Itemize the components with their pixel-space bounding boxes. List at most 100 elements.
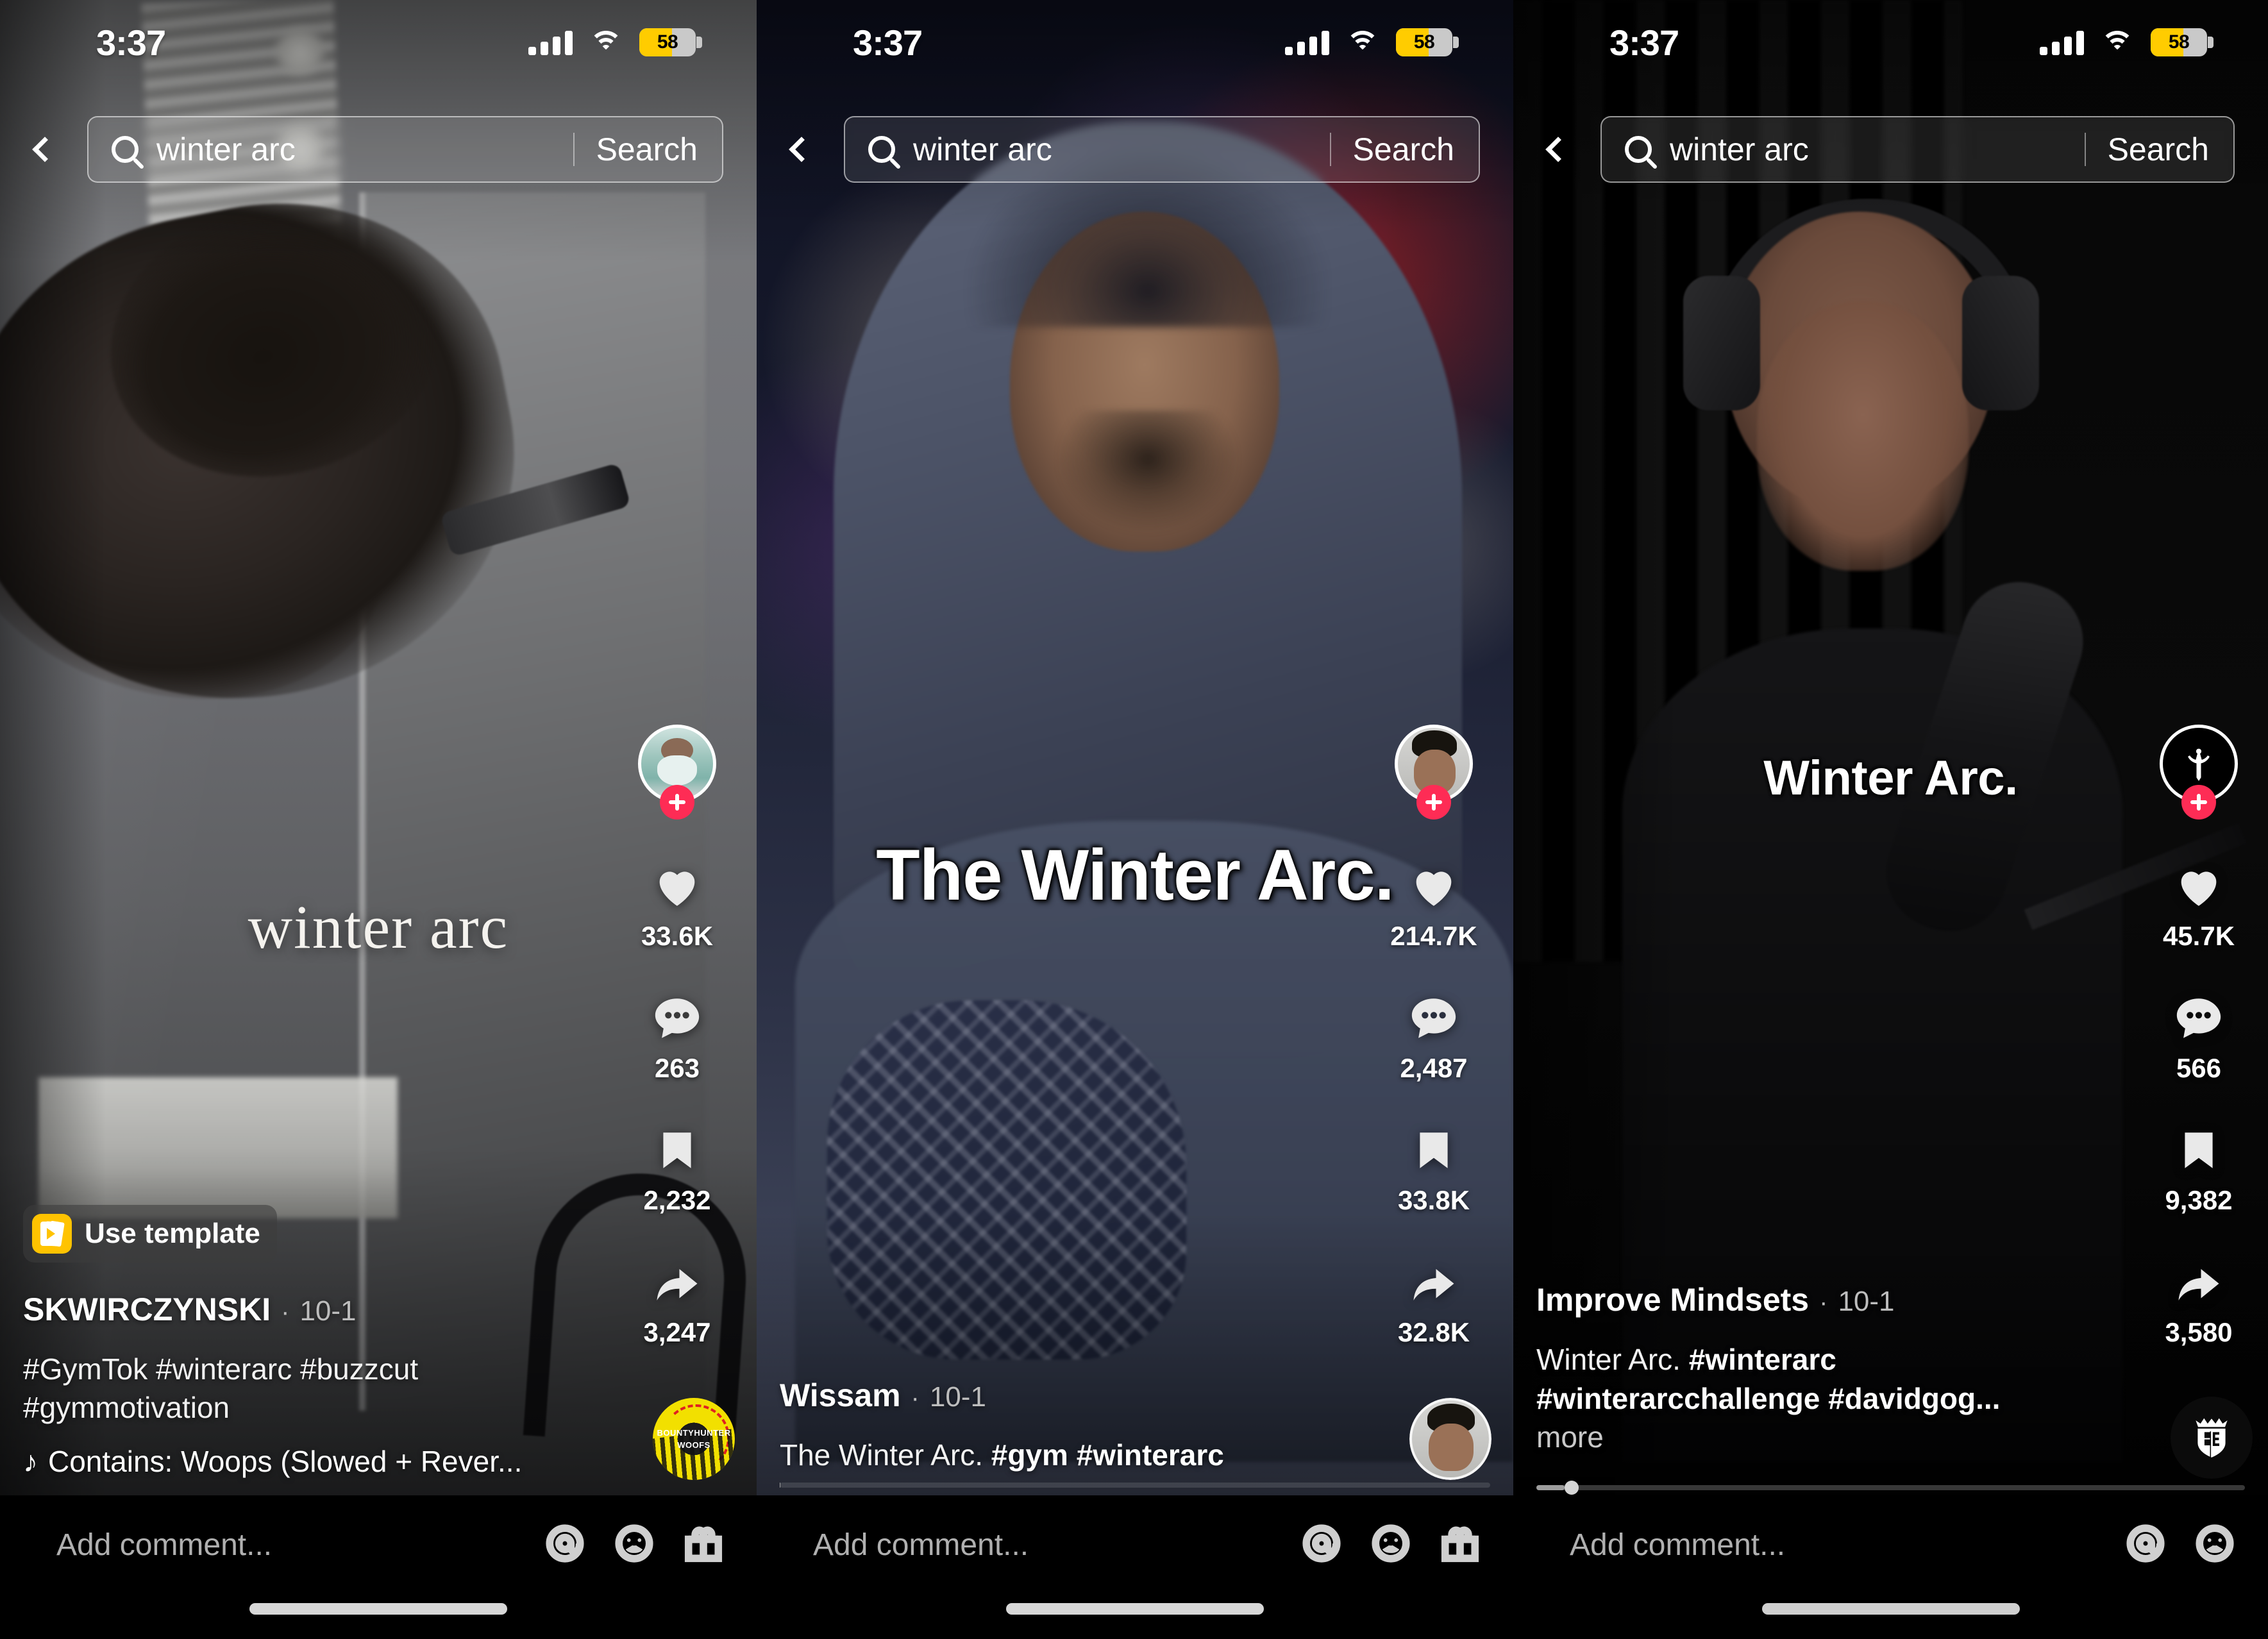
mention-at-icon[interactable]	[1302, 1524, 1341, 1567]
comment-count: 263	[654, 1053, 700, 1083]
post-date: 10-1	[929, 1381, 986, 1413]
comment-button[interactable]: 263	[651, 989, 703, 1084]
search-divider	[2084, 132, 2086, 166]
mention-at-icon[interactable]	[2126, 1524, 2165, 1567]
follow-plus-button[interactable]	[1416, 785, 1451, 820]
back-button[interactable]	[22, 119, 68, 180]
search-header-3: winter arc Search	[1513, 112, 2268, 186]
brand-badge[interactable]	[2171, 1397, 2253, 1479]
phone-screen-2: 3:37 58 winter arc Search The Winter Arc…	[757, 0, 1513, 1639]
search-button[interactable]: Search	[596, 131, 722, 168]
action-rail-1: 33.6K 263 2,232 3,247	[621, 725, 734, 1385]
back-button[interactable]	[1535, 119, 1581, 180]
comment-bar-3: Add comment...	[1513, 1495, 2268, 1639]
author-name[interactable]: SKWIRCZYNSKI	[23, 1291, 271, 1328]
music-note-icon: ♪	[23, 1445, 38, 1478]
battery-icon: 58	[639, 28, 702, 56]
emoji-smiley-icon[interactable]	[1371, 1524, 1411, 1567]
use-template-button[interactable]: Use template	[23, 1204, 277, 1263]
hashtag-line[interactable]: #winterarcchallenge #davidgog...	[1536, 1382, 2000, 1415]
hashtag[interactable]: #winterarc	[1077, 1438, 1224, 1472]
search-bar[interactable]: winter arc Search	[844, 115, 1480, 183]
cellular-signal-icon	[2040, 29, 2084, 55]
heart-icon	[651, 857, 703, 916]
share-button[interactable]: 3,580	[2165, 1253, 2233, 1348]
gift-icon[interactable]	[1440, 1524, 1480, 1567]
share-button[interactable]: 3,247	[643, 1253, 711, 1348]
creator-thumbnail-badge[interactable]	[1409, 1398, 1491, 1480]
phone-screen-1: 3:37 58 winter arc Search winter arc 33.…	[0, 0, 757, 1639]
like-count: 214.7K	[1390, 921, 1477, 951]
like-button[interactable]: 45.7K	[2163, 857, 2235, 952]
emoji-smiley-icon[interactable]	[614, 1524, 654, 1567]
search-input[interactable]: winter arc	[1670, 131, 2085, 168]
add-comment-input[interactable]: Add comment...	[813, 1524, 1276, 1563]
search-input[interactable]: winter arc	[913, 131, 1330, 168]
like-button[interactable]: 214.7K	[1390, 857, 1477, 952]
hashtag[interactable]: #gym	[991, 1438, 1068, 1472]
search-header-1: winter arc Search	[0, 112, 757, 186]
video-caption-2: Wissam · 10-1 The Winter Arc. #gym #wint…	[780, 1377, 1254, 1475]
search-input[interactable]: winter arc	[156, 131, 573, 168]
bookmark-button[interactable]: 2,232	[643, 1121, 711, 1216]
emoji-smiley-icon[interactable]	[2195, 1524, 2235, 1567]
mention-at-icon[interactable]	[545, 1524, 585, 1567]
author-name[interactable]: Improve Mindsets	[1536, 1281, 1809, 1318]
share-count: 32.8K	[1397, 1317, 1470, 1347]
battery-icon: 58	[2151, 28, 2213, 56]
bookmark-button[interactable]: 9,382	[2165, 1121, 2233, 1216]
back-button[interactable]	[778, 119, 825, 180]
search-bar[interactable]: winter arc Search	[1600, 115, 2235, 183]
video-progress-bar[interactable]	[780, 1483, 1490, 1488]
bookmark-icon	[2175, 1121, 2222, 1180]
status-time: 3:37	[1609, 22, 1679, 63]
add-comment-input[interactable]: Add comment...	[56, 1524, 519, 1563]
comment-button[interactable]: 2,487	[1400, 989, 1468, 1084]
video-description[interactable]: Winter Arc. #winterarc #winterarcchallen…	[1536, 1340, 2011, 1457]
battery-percent: 58	[657, 31, 678, 53]
phone-screen-3: 3:37 58 winter arc Search Winter Arc. 45…	[1513, 0, 2268, 1639]
status-time: 3:37	[853, 22, 923, 63]
like-button[interactable]: 33.6K	[641, 857, 713, 952]
cellular-signal-icon	[528, 29, 573, 55]
status-bar-1: 3:37 58	[0, 0, 757, 85]
search-button[interactable]: Search	[2108, 131, 2233, 168]
share-button[interactable]: 32.8K	[1398, 1253, 1470, 1348]
search-button[interactable]: Search	[1353, 131, 1479, 168]
music-disc[interactable]: BOUNTYHUNTER WOOFS	[653, 1398, 735, 1480]
video-description[interactable]: The Winter Arc. #gym #winterarc	[780, 1436, 1254, 1475]
post-date: 10-1	[299, 1295, 357, 1327]
more-link[interactable]: more	[1536, 1420, 1604, 1454]
search-icon	[1625, 135, 1652, 163]
share-arrow-icon	[2172, 1253, 2226, 1312]
follow-plus-button[interactable]	[660, 785, 694, 820]
crown-shield-logo-icon	[2196, 1418, 2228, 1459]
add-comment-input[interactable]: Add comment...	[1570, 1524, 2100, 1563]
separator-dot: ·	[281, 1297, 290, 1326]
bookmark-button[interactable]: 33.8K	[1398, 1121, 1470, 1216]
action-rail-3: 45.7K 566 9,382 3,580	[2142, 725, 2255, 1385]
avatar[interactable]	[1395, 725, 1473, 820]
gift-icon[interactable]	[684, 1524, 723, 1567]
video-caption-1: Use template SKWIRCZYNSKI · 10-1 #GymTok…	[23, 1204, 522, 1479]
hashtag[interactable]: #winterarc	[1689, 1343, 1836, 1376]
video-description[interactable]: #GymTok #winterarc #buzzcut #gymmotivati…	[23, 1350, 498, 1427]
wifi-icon	[2101, 29, 2134, 55]
avatar[interactable]	[638, 725, 716, 820]
search-divider	[573, 132, 575, 166]
status-time: 3:37	[96, 22, 166, 63]
follow-plus-button[interactable]	[2181, 785, 2216, 820]
avatar[interactable]	[2160, 725, 2238, 820]
comment-icon	[1407, 989, 1460, 1048]
share-arrow-icon	[1407, 1253, 1461, 1312]
search-icon	[112, 135, 139, 163]
wifi-icon	[589, 29, 623, 55]
comment-icon	[2172, 989, 2225, 1048]
author-name[interactable]: Wissam	[780, 1377, 901, 1414]
comment-button[interactable]: 566	[2172, 989, 2225, 1084]
video-progress-bar[interactable]	[1536, 1481, 2245, 1495]
search-bar[interactable]: winter arc Search	[87, 115, 723, 183]
music-row[interactable]: ♪ Contains: Woops (Slowed + Rever...	[23, 1444, 522, 1479]
back-chevron-icon	[789, 136, 814, 162]
search-divider	[1329, 132, 1331, 166]
